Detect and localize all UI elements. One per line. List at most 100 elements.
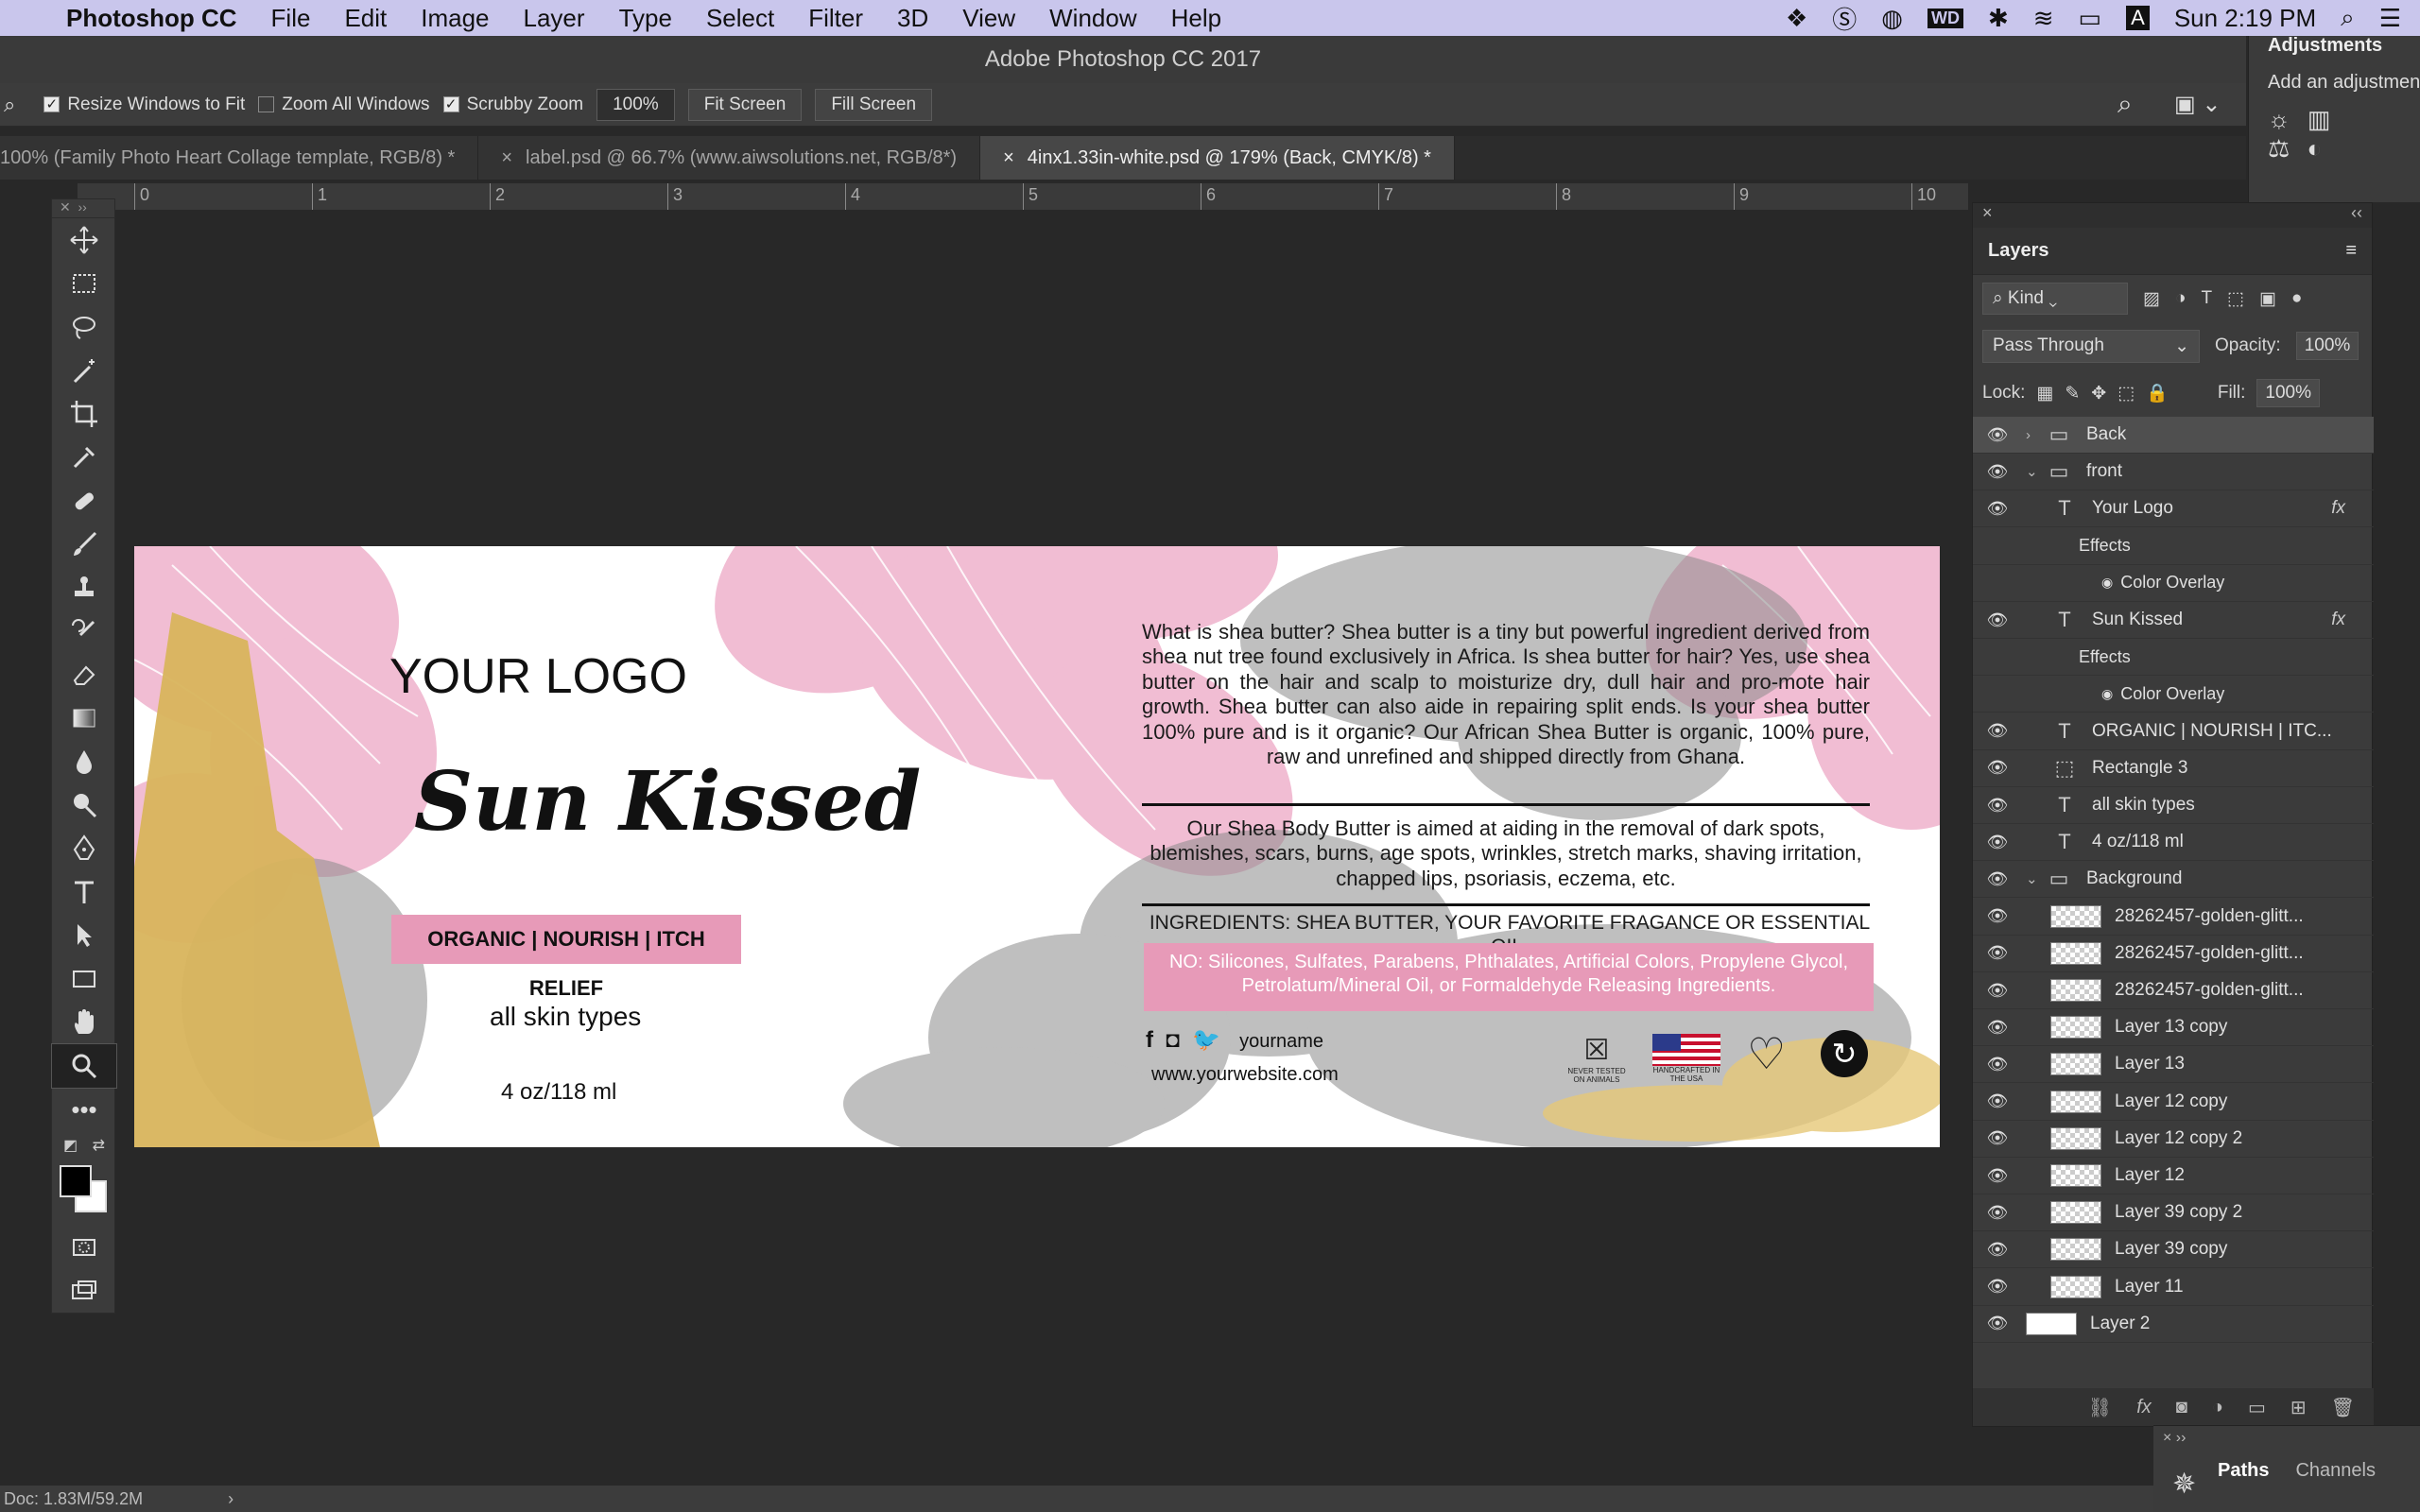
layer-row[interactable]: 👁 ⬚ Rectangle 3 bbox=[1973, 750, 2374, 787]
dodge-tool[interactable] bbox=[52, 783, 116, 827]
levels-icon[interactable]: ▥ bbox=[2308, 105, 2348, 133]
smart-object-filter-icon[interactable]: ▣ bbox=[2259, 288, 2276, 310]
quick-mask-button[interactable] bbox=[52, 1226, 116, 1269]
zoom-all-windows-checkbox[interactable]: Zoom All Windows bbox=[258, 94, 430, 115]
layer-row[interactable]: 👁 28262457-golden-glitt... bbox=[1973, 899, 2374, 936]
visibility-eye-icon[interactable]: 👁 bbox=[1973, 796, 2022, 816]
clone-stamp-tool[interactable] bbox=[52, 566, 116, 610]
layer-row[interactable]: 👁 › ▭ Back bbox=[1973, 417, 2374, 454]
visibility-eye-icon[interactable]: 👁 bbox=[1973, 462, 2022, 482]
menu-image[interactable]: Image bbox=[421, 4, 489, 33]
close-icon[interactable]: × bbox=[501, 147, 512, 168]
swap-colors-row[interactable]: ◩ ⇄ bbox=[52, 1131, 116, 1160]
new-group-icon[interactable]: ▭ bbox=[2248, 1396, 2266, 1419]
type-tool[interactable] bbox=[52, 870, 116, 914]
search-icon[interactable]: ⌕ bbox=[2118, 89, 2133, 120]
layer-row[interactable]: 👁 Layer 39 copy bbox=[1973, 1231, 2374, 1269]
clock[interactable]: Sun 2:19 PM bbox=[2174, 4, 2316, 33]
healing-brush-tool[interactable] bbox=[52, 479, 116, 523]
close-icon[interactable]: × bbox=[1003, 147, 1014, 168]
default-colors-icon[interactable]: ◩ bbox=[63, 1136, 78, 1155]
add-mask-icon[interactable]: ◙ bbox=[2176, 1397, 2187, 1418]
close-icon[interactable]: × bbox=[1982, 203, 1993, 222]
layer-row[interactable]: Effects bbox=[1973, 639, 2374, 677]
bluetooth-icon[interactable]: ✱ bbox=[1988, 4, 2009, 33]
visibility-eye-icon[interactable]: 👁 bbox=[1973, 981, 2022, 1001]
layer-row[interactable]: 👁 Layer 39 copy 2 bbox=[1973, 1194, 2374, 1232]
zoom-tool-icon[interactable]: ⌕ bbox=[4, 93, 15, 117]
blur-tool[interactable] bbox=[52, 740, 116, 783]
workspace-switcher-icon[interactable]: ▣ ⌄ bbox=[2174, 91, 2221, 118]
menu-type[interactable]: Type bbox=[619, 4, 672, 33]
tab-paths[interactable]: Paths bbox=[2218, 1460, 2269, 1482]
layer-fx-badge[interactable]: fx bbox=[2331, 610, 2345, 630]
layer-row[interactable]: 👁 ⌄ ▭ Background bbox=[1973, 861, 2374, 899]
visibility-eye-icon[interactable]: 👁 bbox=[1973, 1166, 2022, 1186]
visibility-eye-icon[interactable]: 👁 bbox=[1973, 833, 2022, 852]
pixel-filter-icon[interactable]: ▨ bbox=[2143, 288, 2160, 310]
eyedropper-tool[interactable] bbox=[52, 436, 116, 479]
tab-family-collage[interactable]: 100% (Family Photo Heart Collage templat… bbox=[0, 136, 479, 180]
visibility-eye-icon[interactable]: 👁 bbox=[1973, 425, 2022, 445]
visibility-eye-icon[interactable]: 👁 bbox=[1973, 1128, 2022, 1148]
adjustments-title[interactable]: Adjustments bbox=[2249, 36, 2420, 55]
collapse-icon[interactable]: ‹‹ bbox=[2351, 203, 2362, 223]
chevron-down-icon[interactable]: ⌄ bbox=[2026, 463, 2045, 480]
panel-menu-icon[interactable]: ≡ bbox=[2345, 240, 2357, 262]
layer-row[interactable]: ◉ Color Overlay bbox=[1973, 676, 2374, 713]
layer-style-icon[interactable]: fx bbox=[2136, 1397, 2152, 1418]
layer-row[interactable]: ◉ Color Overlay bbox=[1973, 565, 2374, 602]
chevron-down-icon[interactable]: ⌄ bbox=[2026, 870, 2045, 887]
fill-screen-button[interactable]: Fill Screen bbox=[815, 88, 933, 121]
visibility-eye-icon[interactable]: 👁 bbox=[1973, 758, 2022, 778]
lasso-tool[interactable] bbox=[52, 305, 116, 349]
visibility-eye-icon[interactable]: 👁 bbox=[1973, 1314, 2022, 1333]
lock-all-icon[interactable]: 🔒 bbox=[2146, 382, 2169, 404]
magic-wand-tool[interactable] bbox=[52, 349, 116, 392]
layer-row[interactable]: 👁 Layer 12 copy 2 bbox=[1973, 1121, 2374, 1158]
layers-tab[interactable]: Layers ≡ bbox=[1973, 228, 2372, 275]
brush-tool[interactable] bbox=[52, 523, 116, 566]
wifi-icon[interactable]: ≋ bbox=[2033, 4, 2054, 33]
menu-select[interactable]: Select bbox=[706, 4, 774, 33]
visibility-eye-icon[interactable]: 👁 bbox=[1973, 1240, 2022, 1260]
zoom-value-field[interactable]: 100% bbox=[596, 88, 675, 121]
layer-row[interactable]: 👁 Layer 12 bbox=[1973, 1158, 2374, 1194]
horizontal-ruler[interactable]: 0 1 2 3 4 5 6 7 8 9 10 bbox=[78, 183, 1968, 210]
compass-icon[interactable]: ✵ bbox=[2172, 1468, 2196, 1501]
visibility-eye-icon[interactable]: 👁 bbox=[1973, 499, 2022, 519]
crop-tool[interactable] bbox=[52, 392, 116, 436]
swap-colors-icon[interactable]: ⇄ bbox=[93, 1136, 105, 1155]
filter-toggle-icon[interactable]: ● bbox=[2291, 288, 2302, 309]
tab-4inx1-33in-white[interactable]: × 4inx1.33in-white.psd @ 179% (Back, CMYK… bbox=[980, 136, 1455, 180]
layer-row[interactable]: 👁 28262457-golden-glitt... bbox=[1973, 936, 2374, 972]
visibility-eye-icon[interactable]: 👁 bbox=[1973, 906, 2022, 926]
edit-toolbar-button[interactable]: ••• bbox=[52, 1088, 116, 1131]
visibility-eye-icon[interactable]: 👁 bbox=[1973, 1055, 2022, 1074]
hand-tool[interactable] bbox=[52, 1001, 116, 1044]
lock-artboard-icon[interactable]: ⬚ bbox=[2118, 383, 2135, 404]
layer-row[interactable]: 👁 ⌄ ▭ front bbox=[1973, 454, 2374, 491]
input-source-icon[interactable]: A bbox=[2126, 6, 2150, 30]
menu-app-name[interactable]: Photoshop CC bbox=[66, 4, 237, 33]
layer-row[interactable]: Effects bbox=[1973, 528, 2374, 565]
layer-row[interactable]: 👁 Tall skin types bbox=[1973, 787, 2374, 824]
layer-row[interactable]: 👁 T Sun Kissed fx bbox=[1973, 602, 2374, 639]
layer-row[interactable]: 👁 Layer 2 bbox=[1973, 1306, 2374, 1343]
visibility-eye-icon[interactable]: 👁 bbox=[1973, 721, 2022, 741]
fill-field[interactable]: 100% bbox=[2256, 379, 2321, 407]
layer-row[interactable]: 👁 28262457-golden-glitt... bbox=[1973, 972, 2374, 1009]
type-filter-icon[interactable]: T bbox=[2201, 288, 2212, 309]
close-icon[interactable]: × bbox=[2163, 1430, 2171, 1446]
path-selection-tool[interactable] bbox=[52, 914, 116, 957]
tab-label-psd[interactable]: × label.psd @ 66.7% (www.aiwsolutions.net… bbox=[478, 136, 981, 180]
zoom-tool[interactable] bbox=[51, 1043, 117, 1089]
layer-row[interactable]: 👁 T ORGANIC | NOURISH | ITC... bbox=[1973, 713, 2374, 750]
opacity-field[interactable]: 100% bbox=[2295, 332, 2360, 360]
eraser-tool[interactable] bbox=[52, 653, 116, 696]
effect-visibility-icon[interactable]: ◉ bbox=[2101, 575, 2113, 591]
menu-window[interactable]: Window bbox=[1049, 4, 1136, 33]
expand-icon[interactable]: ›› bbox=[2176, 1430, 2187, 1446]
menu-help[interactable]: Help bbox=[1171, 4, 1221, 33]
visibility-eye-icon[interactable]: 👁 bbox=[1973, 1277, 2022, 1297]
